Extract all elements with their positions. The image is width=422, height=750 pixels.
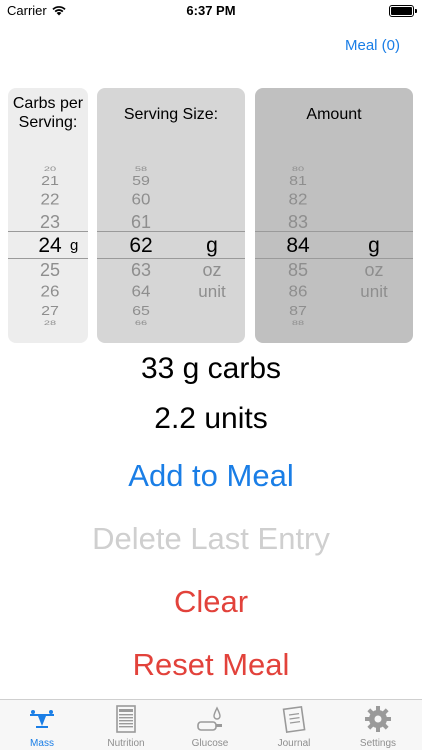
- serving-picker-title: Serving Size:: [123, 106, 219, 123]
- wheel-value[interactable]: 27: [28, 305, 72, 319]
- delete-last-entry-button[interactable]: Delete Last Entry: [0, 521, 422, 557]
- battery-tip: [415, 9, 417, 13]
- wheel-value[interactable]: 25: [28, 261, 72, 279]
- reset-meal-button[interactable]: Reset Meal: [0, 647, 422, 683]
- carbs-result: 33 g carbs: [140, 352, 282, 385]
- wheel-value[interactable]: 83: [272, 213, 324, 231]
- wheel-value[interactable]: 20: [28, 166, 72, 172]
- tab-settings[interactable]: Settings: [336, 700, 420, 750]
- tab-label: Settings: [359, 738, 397, 749]
- selected-value[interactable]: 24: [28, 235, 72, 256]
- wheel-value[interactable]: 66: [115, 320, 167, 326]
- wheel-value[interactable]: 65: [115, 305, 167, 319]
- unit-option[interactable]: unit: [187, 283, 237, 300]
- amount-picker[interactable]: Amount 80 81 82 83 84 85 86 87 88 g oz unit: [255, 88, 413, 343]
- wheel-value[interactable]: 81: [272, 175, 324, 189]
- selected-unit[interactable]: g: [187, 235, 237, 256]
- battery-icon: [389, 5, 414, 17]
- selected-value[interactable]: 84: [272, 235, 324, 256]
- selection-line-bottom: [255, 258, 413, 259]
- wheel-value[interactable]: 60: [115, 192, 167, 208]
- selection-line-bottom: [97, 258, 245, 259]
- tab-label: Journal: [277, 738, 311, 749]
- wheel-value[interactable]: 23: [28, 213, 72, 231]
- wheel-value[interactable]: 28: [28, 320, 72, 326]
- tab-journal[interactable]: Journal: [252, 700, 336, 750]
- selected-value[interactable]: 62: [115, 235, 167, 256]
- selected-unit[interactable]: g: [349, 235, 399, 256]
- carbs-picker-title: Carbs per Serving:: [12, 95, 84, 131]
- selection-line-top: [97, 231, 245, 232]
- tab-bar: Mass Nutrition Glucose Journal Settings: [0, 699, 422, 750]
- wheel-value[interactable]: 64: [115, 284, 167, 300]
- wheel-value[interactable]: 58: [115, 166, 167, 172]
- wheel-value[interactable]: 59: [115, 175, 167, 189]
- status-bar: Carrier 6:37 PM: [0, 0, 422, 22]
- selection-line-top: [255, 231, 413, 232]
- wheel-value[interactable]: 63: [115, 261, 167, 279]
- clock: 6:37 PM: [186, 3, 236, 18]
- tab-label: Mass: [30, 738, 54, 749]
- nutrition-label-icon: [116, 705, 136, 733]
- gear-icon: [365, 706, 391, 732]
- wheel-value[interactable]: 88: [272, 320, 324, 326]
- wheel-value[interactable]: 85: [272, 261, 324, 279]
- insulin-units-result: 2.2 units: [154, 402, 268, 435]
- selection-line-bottom: [8, 258, 88, 259]
- unit-option[interactable]: unit: [349, 283, 399, 300]
- clear-button[interactable]: Clear: [0, 584, 422, 620]
- wheel-value[interactable]: 82: [272, 192, 324, 208]
- serving-size-picker[interactable]: Serving Size: 58 59 60 61 62 63 64 65 66 g oz unit: [97, 88, 245, 343]
- tab-label: Glucose: [191, 738, 229, 749]
- tab-glucose[interactable]: Glucose: [168, 700, 252, 750]
- tab-label: Nutrition: [107, 738, 145, 749]
- unit-option[interactable]: oz: [187, 261, 237, 279]
- carbs-unit-label: g: [70, 237, 79, 254]
- wheel-value[interactable]: 61: [115, 213, 167, 231]
- wheel-value[interactable]: 87: [272, 305, 324, 319]
- wheel-value[interactable]: 21: [28, 175, 72, 189]
- tab-mass[interactable]: Mass: [0, 700, 84, 750]
- wheel-value[interactable]: 26: [28, 284, 72, 300]
- add-to-meal-button[interactable]: Add to Meal: [0, 458, 422, 494]
- wheel-value[interactable]: 80: [272, 166, 324, 172]
- scale-icon: [30, 710, 54, 728]
- wheel-value[interactable]: 86: [272, 284, 324, 300]
- glucose-meter-icon: [197, 706, 222, 731]
- amount-picker-title: Amount: [306, 106, 362, 123]
- tab-nutrition[interactable]: Nutrition: [84, 700, 168, 750]
- journal-icon: [282, 705, 306, 734]
- wheel-value[interactable]: 22: [28, 192, 72, 208]
- meal-link[interactable]: Meal (0): [345, 37, 400, 54]
- unit-option[interactable]: oz: [349, 261, 399, 279]
- carbs-per-serving-picker[interactable]: Carbs per Serving: 20 21 22 23 24 25 26 27 28 g: [8, 88, 88, 343]
